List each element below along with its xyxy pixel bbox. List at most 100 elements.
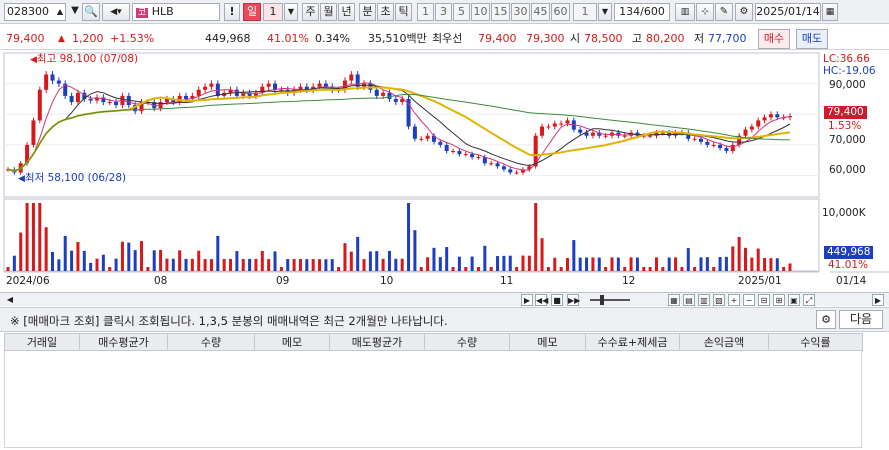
stock-chart[interactable]	[0, 51, 889, 292]
volume-bar	[502, 255, 506, 271]
col-return: 수익률	[768, 333, 863, 351]
volume-bar	[610, 257, 614, 271]
minute-button[interactable]: 분	[359, 3, 376, 21]
volume-bar	[775, 258, 779, 271]
volume-bar	[457, 256, 461, 271]
scroll-right-end-icon[interactable]: ▶	[872, 294, 884, 306]
month-button[interactable]: 월	[320, 3, 337, 21]
volume-bar	[356, 236, 360, 271]
arrow-down-icon[interactable]: ▼	[68, 3, 82, 21]
trade-mark-notice[interactable]: ※ [매매마크 조회] 클릭시 조회됩니다. 1,3,5 분봉의 매매내역은 최…	[10, 313, 448, 329]
candle-body	[107, 102, 112, 104]
preset-5[interactable]: 5	[453, 3, 470, 21]
week-button[interactable]: 주	[302, 3, 319, 21]
volume-bar	[724, 256, 728, 271]
zoom-in-icon[interactable]: +	[728, 294, 740, 306]
volume-bar	[209, 259, 213, 271]
layout-icon-4[interactable]: ▧	[713, 294, 725, 306]
trade-mark-bar: ※ [매매마크 조회] 클릭시 조회됩니다. 1,3,5 분봉의 매매내역은 최…	[0, 307, 889, 332]
volume-bar	[178, 250, 182, 271]
volume-bar	[712, 267, 716, 271]
preset-10[interactable]: 10	[471, 3, 490, 21]
next-button[interactable]: 다음	[839, 310, 883, 329]
zoom-slider[interactable]	[590, 299, 630, 301]
indicator-icon[interactable]: ⊹	[696, 3, 714, 21]
speaker-icon[interactable]: ◀▾	[102, 3, 130, 21]
volume-bar	[731, 246, 735, 271]
preset-15[interactable]: 15	[491, 3, 510, 21]
high-label: 고	[632, 32, 643, 45]
fit-icon[interactable]: ▣	[788, 294, 800, 306]
scroll-left-icon[interactable]: ◀	[4, 294, 16, 306]
volume-bar	[114, 258, 118, 271]
search-icon[interactable]: 🔍	[82, 3, 100, 21]
expand-icon[interactable]: ⤢	[803, 294, 815, 306]
volume-bar	[159, 249, 163, 271]
volume-bar	[95, 258, 99, 271]
scroll-right-icon[interactable]: ▶	[521, 294, 533, 306]
period-day-button[interactable]: 일	[243, 3, 261, 21]
volume-bar	[718, 257, 722, 271]
year-button[interactable]: 년	[338, 3, 355, 21]
volume-bar	[527, 255, 531, 271]
fast-forward-icon[interactable]: ▶▶	[567, 294, 580, 306]
zoom-out-icon[interactable]: −	[743, 294, 755, 306]
range-field[interactable]: 134/600	[614, 3, 670, 21]
candle-body	[387, 92, 392, 99]
chart-scrollbar[interactable]: ◀ ▶ ◀◀ ■ ▶▶ ▦ ▤ ▥ ▧ + − ⊟ ⊞ ▣ ⤢ ▶	[0, 292, 889, 306]
volume-bar	[470, 256, 474, 271]
volume-bar	[203, 259, 207, 271]
settings-icon[interactable]: ⚙	[735, 3, 753, 21]
grid-icon[interactable]: ⊞	[773, 294, 785, 306]
bar-count-field[interactable]: 1	[573, 3, 597, 21]
preset-30[interactable]: 30	[511, 3, 530, 21]
stock-name-field[interactable]: 코 HLB	[132, 3, 220, 21]
volume-bar	[451, 267, 455, 271]
bid-value: 79,300	[526, 32, 565, 45]
draw-tool-icon[interactable]: ✎	[715, 3, 733, 21]
volume-bar	[782, 267, 786, 271]
stock-code-input[interactable]: 028300 ▲	[4, 3, 66, 21]
market-icon: 코	[136, 8, 149, 18]
candle-body	[317, 83, 322, 87]
stop-icon[interactable]: ■	[551, 294, 563, 306]
second-button[interactable]: 초	[377, 3, 394, 21]
memo-settings-icon[interactable]: ⚙	[816, 310, 836, 329]
calendar-icon[interactable]: ▦	[822, 3, 838, 21]
candle-body	[660, 132, 665, 134]
volume-bar	[572, 240, 576, 271]
volume-bar	[273, 251, 277, 271]
split-icon[interactable]: ⊟	[758, 294, 770, 306]
sell-button[interactable]: 매도	[796, 29, 828, 49]
preset-1[interactable]: 1	[417, 3, 434, 21]
rewind-icon[interactable]: ◀◀	[535, 294, 548, 306]
period-dropdown-icon[interactable]: ▼	[284, 3, 298, 21]
tick-button[interactable]: 틱	[395, 3, 412, 21]
candle-body	[215, 83, 220, 96]
preset-60[interactable]: 60	[551, 3, 570, 21]
layout-icon-3[interactable]: ▥	[698, 294, 710, 306]
layout-icon-2[interactable]: ▤	[683, 294, 695, 306]
volume-bar	[44, 227, 48, 271]
volume-bar	[19, 232, 23, 271]
volume-bar	[534, 203, 538, 271]
period-count-field[interactable]: 1	[263, 3, 283, 21]
alert-button[interactable]: !	[224, 3, 240, 21]
preset-45[interactable]: 45	[531, 3, 550, 21]
layout-icon-1[interactable]: ▦	[668, 294, 680, 306]
candle-body	[552, 123, 557, 127]
date-field[interactable]: 2025/01/14	[755, 3, 821, 21]
volume-bar	[743, 247, 747, 271]
buy-button[interactable]: 매수	[758, 29, 790, 49]
zoom-slider-handle[interactable]	[600, 295, 604, 305]
preset-3[interactable]: 3	[435, 3, 452, 21]
volume-bar	[648, 267, 652, 271]
candle-type-icon[interactable]: ▥	[675, 3, 695, 21]
trade-table-body[interactable]	[4, 351, 862, 448]
volume-bar	[623, 267, 627, 271]
col-buy-memo: 메모	[254, 333, 330, 351]
volume-bar	[387, 250, 391, 271]
candle-body	[349, 74, 354, 81]
bar-count-dropdown-icon[interactable]: ▼	[598, 3, 612, 21]
volume-bar	[483, 245, 487, 271]
